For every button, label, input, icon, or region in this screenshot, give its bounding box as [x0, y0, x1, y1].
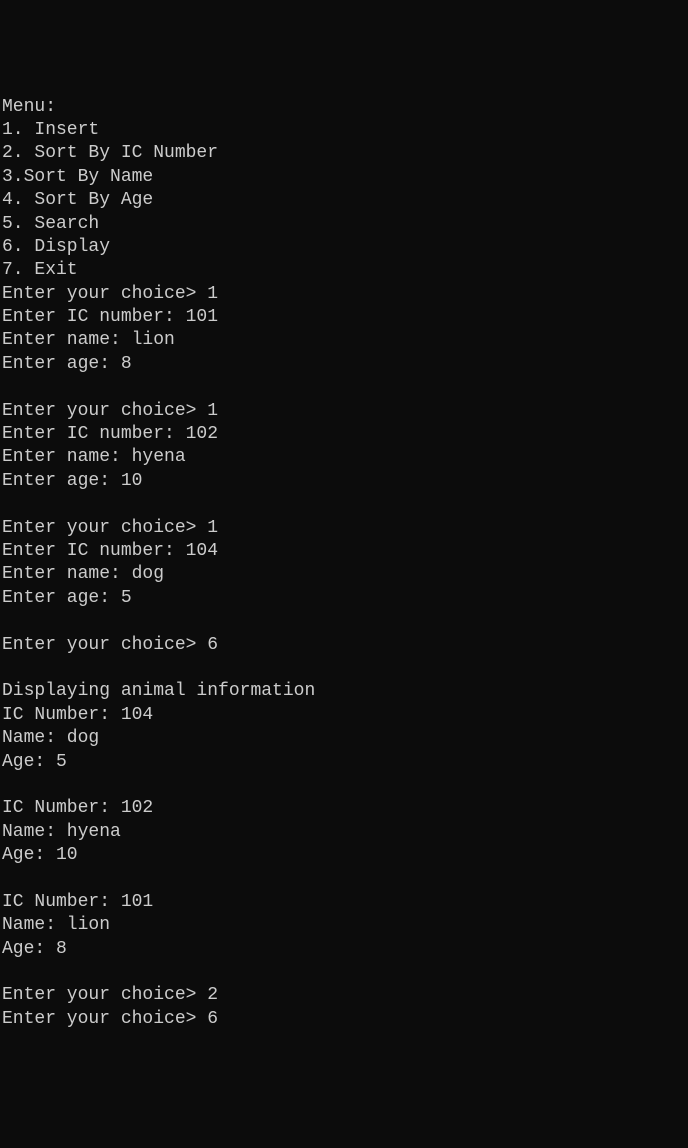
choice-prompt-line: Enter your choice> 1	[2, 518, 218, 538]
choice-prompt-line: Enter your choice> 1	[2, 401, 218, 421]
ic-prompt-line: Enter IC number: 102	[2, 424, 218, 444]
choice-prompt-line: Enter your choice> 2	[2, 985, 218, 1005]
ic-prompt-line: Enter IC number: 104	[2, 541, 218, 561]
choice-prompt-line: Enter your choice> 6	[2, 635, 218, 655]
record-age-line: Age: 10	[2, 845, 78, 865]
age-prompt-line: Enter age: 10	[2, 471, 142, 491]
display-header: Displaying animal information	[2, 681, 315, 701]
choice-prompt-line: Enter your choice> 6	[2, 1009, 218, 1029]
menu-item-insert: 1. Insert	[2, 120, 99, 140]
record-name-line: Name: lion	[2, 915, 110, 935]
terminal-output[interactable]: Menu: 1. Insert 2. Sort By IC Number 3.S…	[2, 96, 686, 1032]
menu-item-sort-name: 3.Sort By Name	[2, 167, 153, 187]
name-prompt-line: Enter name: hyena	[2, 447, 186, 467]
age-prompt-line: Enter age: 8	[2, 354, 132, 374]
record-name-line: Name: dog	[2, 728, 99, 748]
record-ic-line: IC Number: 104	[2, 705, 153, 725]
record-name-line: Name: hyena	[2, 822, 121, 842]
age-prompt-line: Enter age: 5	[2, 588, 132, 608]
name-prompt-line: Enter name: dog	[2, 564, 164, 584]
menu-item-sort-ic: 2. Sort By IC Number	[2, 143, 218, 163]
record-ic-line: IC Number: 101	[2, 892, 153, 912]
menu-header: Menu:	[2, 97, 56, 117]
menu-item-sort-age: 4. Sort By Age	[2, 190, 153, 210]
name-prompt-line: Enter name: lion	[2, 330, 175, 350]
record-age-line: Age: 5	[2, 752, 67, 772]
menu-item-exit: 7. Exit	[2, 260, 78, 280]
menu-item-display: 6. Display	[2, 237, 110, 257]
ic-prompt-line: Enter IC number: 101	[2, 307, 218, 327]
menu-item-search: 5. Search	[2, 214, 99, 234]
record-age-line: Age: 8	[2, 939, 67, 959]
record-ic-line: IC Number: 102	[2, 798, 153, 818]
choice-prompt-line: Enter your choice> 1	[2, 284, 218, 304]
